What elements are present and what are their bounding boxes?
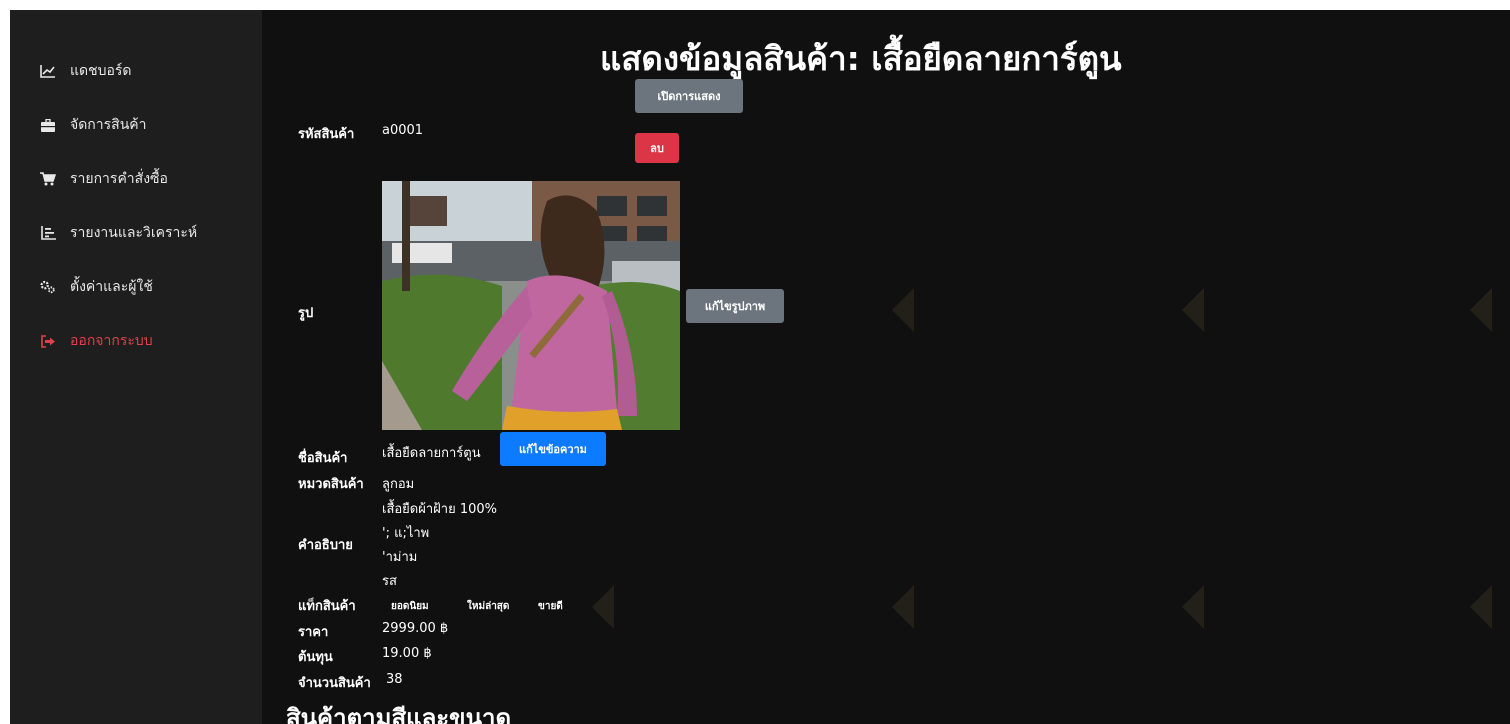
background-pattern (1470, 288, 1492, 332)
sidebar-item-label: จัดการสินค้า (70, 117, 147, 133)
cart-icon (40, 171, 56, 187)
sidebar-item-reports[interactable]: รายงานและวิเคราะห์ (10, 206, 262, 260)
background-pattern (892, 288, 914, 332)
cost-label: ต้นทุน (298, 650, 333, 665)
edit-text-button[interactable]: แก้ไขข้อความ (500, 432, 606, 466)
toggle-display-button[interactable]: เปิดการแสดง (635, 79, 743, 113)
cost-value: 19.00 ฿ (382, 646, 432, 661)
description-line: '; แ;ไาพ (382, 526, 430, 541)
sidebar-item-label: รายการคำสั่งซื้อ (70, 171, 168, 187)
product-image-label: รูป (298, 306, 314, 321)
product-image (382, 181, 680, 430)
product-name-label: ชื่อสินค้า (298, 451, 348, 466)
price-label: ราคา (298, 625, 329, 640)
page-title: แสดงข้อมูลสินค้า: เสื้อยืดลายการ์ตูน (600, 39, 1122, 78)
stock-label: จำนวนสินค้า (298, 676, 371, 691)
background-pattern (1182, 585, 1204, 629)
background-pattern (1182, 288, 1204, 332)
app-frame: แดชบอร์ด จัดการสินค้า รายการคำสั่งซื้อ ร… (10, 10, 1510, 724)
chart-line-icon (40, 63, 56, 79)
category-label: หมวดสินค้า (298, 477, 364, 492)
variants-section-title: สินค้าตามสีและขนาด (286, 704, 512, 724)
category-value: ลูกอม (382, 477, 415, 492)
sidebar-item-orders[interactable]: รายการคำสั่งซื้อ (10, 152, 262, 206)
stock-value: 38 (386, 672, 403, 687)
sidebar-item-label: แดชบอร์ด (70, 63, 132, 79)
gears-icon (40, 279, 56, 295)
tag-badge: ใหม่ล่าสุด (467, 601, 510, 612)
sidebar-item-dashboard[interactable]: แดชบอร์ด (10, 44, 262, 98)
main-content: แสดงข้อมูลสินค้า: เสื้อยืดลายการ์ตูน เปิ… (262, 10, 1510, 724)
sidebar-item-settings[interactable]: ตั้งค่าและผู้ใช้ (10, 260, 262, 314)
sidebar: แดชบอร์ด จัดการสินค้า รายการคำสั่งซื้อ ร… (10, 10, 262, 724)
description-label: คำอธิบาย (298, 538, 353, 553)
description-line: เสื้อยืดผ้าฝ้าย 100% (382, 502, 497, 517)
tag-badge: ยอดนิยม (391, 601, 429, 612)
sidebar-item-products[interactable]: จัดการสินค้า (10, 98, 262, 152)
product-code-value: a0001 (382, 123, 424, 138)
product-code-label: รหัสสินค้า (298, 127, 355, 142)
background-pattern (1470, 585, 1492, 629)
delete-button[interactable]: ลบ (635, 133, 679, 163)
tags-label: แท็กสินค้า (298, 599, 356, 614)
background-pattern (592, 585, 614, 629)
briefcase-icon (40, 117, 56, 133)
sidebar-item-logout[interactable]: ออกจากระบบ (10, 314, 262, 368)
product-name-value: เสื้อยืดลายการ์ตูน (382, 446, 481, 461)
sign-out-icon (40, 333, 56, 349)
sidebar-item-label: รายงานและวิเคราะห์ (70, 225, 198, 241)
tag-badge: ขายดี (538, 601, 563, 612)
sidebar-item-label: ตั้งค่าและผู้ใช้ (70, 279, 153, 295)
price-value: 2999.00 ฿ (382, 621, 449, 636)
description-line: 'าม่าม (382, 550, 418, 565)
sidebar-item-label: ออกจากระบบ (70, 333, 153, 349)
bar-chart-icon (40, 225, 56, 241)
edit-image-button[interactable]: แก้ไขรูปภาพ (686, 289, 784, 323)
background-pattern (892, 585, 914, 629)
description-line: รส (382, 574, 397, 589)
